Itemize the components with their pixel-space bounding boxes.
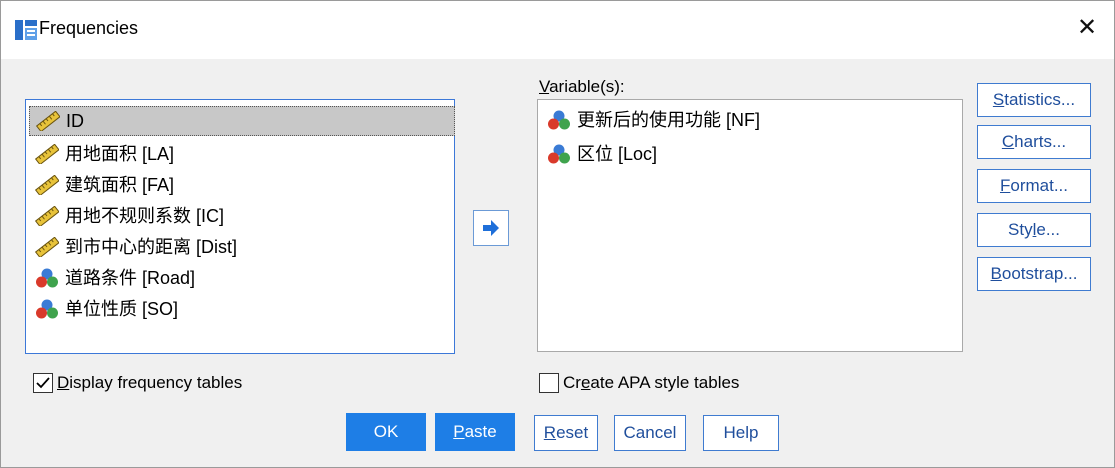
list-item[interactable]: 建筑面积 [FA]	[29, 171, 180, 199]
nominal-variable-icon	[36, 299, 58, 319]
statistics-button[interactable]: Statistics...	[977, 83, 1091, 117]
list-item[interactable]: 道路条件 [Road]	[29, 264, 201, 292]
scale-ruler-icon	[35, 144, 59, 164]
variable-label: 用地不规则系数 [IC]	[65, 206, 225, 226]
close-button[interactable]: ✕	[1070, 11, 1104, 45]
style-button[interactable]: Style...	[977, 213, 1091, 247]
variable-label: 建筑面积 [FA]	[65, 175, 175, 195]
reset-button[interactable]: Reset	[534, 415, 598, 451]
scale-ruler-icon	[36, 111, 60, 131]
list-item[interactable]: 用地面积 [LA]	[29, 140, 180, 168]
variable-label: ID	[66, 111, 84, 131]
scale-ruler-icon	[35, 206, 59, 226]
nominal-variable-icon	[36, 268, 58, 288]
paste-button[interactable]: Paste	[435, 413, 515, 451]
nominal-variable-icon	[548, 110, 570, 130]
variable-label: 到市中心的距离 [Dist]	[65, 237, 238, 257]
variable-label: 单位性质 [SO]	[65, 299, 179, 319]
display-frequency-tables-checkbox[interactable]: Display frequency tables	[33, 373, 242, 393]
create-apa-tables-checkbox[interactable]: Create APA style tables	[539, 373, 739, 393]
variables-label: Variable(s):	[539, 77, 625, 96]
list-item[interactable]: 更新后的使用功能 [NF]	[541, 106, 766, 134]
ok-button[interactable]: OK	[346, 413, 426, 451]
checkmark-icon	[36, 377, 50, 389]
checkbox-label: Display frequency tables	[57, 373, 243, 392]
dialog-title: Frequencies	[39, 18, 139, 38]
scale-ruler-icon	[35, 237, 59, 257]
title-bar: Frequencies ✕	[1, 1, 1114, 59]
variable-label: 用地面积 [LA]	[65, 144, 175, 164]
variable-label: 区位 [Loc]	[577, 144, 658, 164]
variable-label: 道路条件 [Road]	[65, 268, 196, 288]
help-button[interactable]: Help	[703, 415, 779, 451]
scale-ruler-icon	[35, 175, 59, 195]
source-variable-list[interactable]: ID 用地面积 [LA] 建筑面积 [FA] 用地不规则系数 [IC] 到市中心…	[25, 99, 455, 354]
format-button[interactable]: Format...	[977, 169, 1091, 203]
list-item[interactable]: ID	[29, 106, 455, 136]
nominal-variable-icon	[548, 144, 570, 164]
list-item[interactable]: 单位性质 [SO]	[29, 295, 184, 323]
app-icon	[15, 20, 37, 40]
charts-button[interactable]: Charts...	[977, 125, 1091, 159]
target-variable-list[interactable]: 更新后的使用功能 [NF] 区位 [Loc]	[537, 99, 963, 352]
checkbox-box[interactable]	[539, 373, 559, 393]
cancel-button[interactable]: Cancel	[614, 415, 686, 451]
close-icon: ✕	[1076, 14, 1098, 41]
list-item[interactable]: 区位 [Loc]	[541, 140, 663, 168]
list-item[interactable]: 用地不规则系数 [IC]	[29, 202, 230, 230]
checkbox-label: Create APA style tables	[563, 373, 740, 392]
frequencies-dialog: Frequencies ✕ ID 用地面积 [LA] 建筑面积 [FA] 用地不…	[0, 0, 1115, 468]
checkbox-box[interactable]	[33, 373, 53, 393]
arrow-right-icon	[483, 220, 499, 236]
bootstrap-button[interactable]: Bootstrap...	[977, 257, 1091, 291]
list-item[interactable]: 到市中心的距离 [Dist]	[29, 233, 243, 261]
move-right-button[interactable]	[473, 210, 509, 246]
variable-label: 更新后的使用功能 [NF]	[577, 110, 760, 130]
